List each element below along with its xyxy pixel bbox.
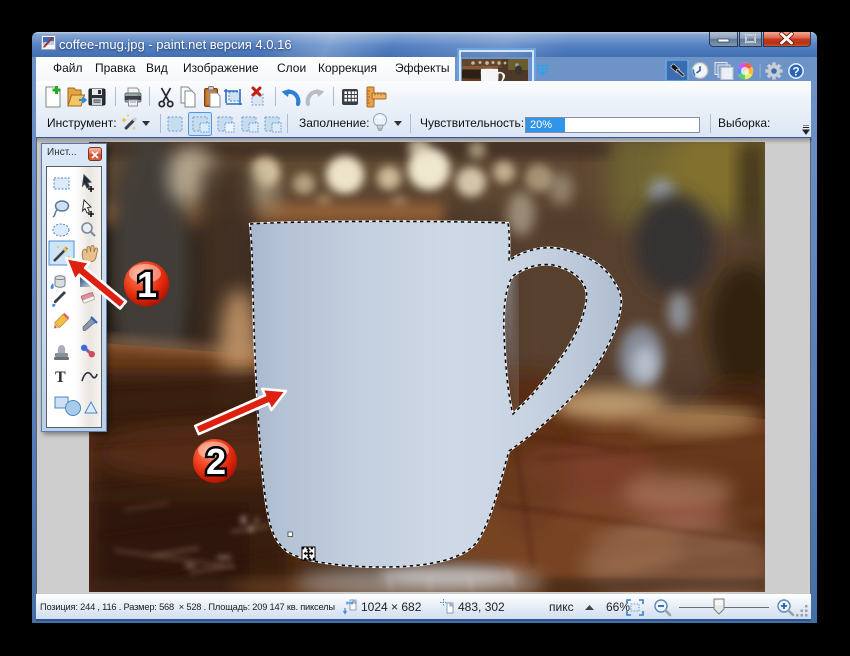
- svg-text:?: ?: [792, 65, 799, 79]
- svg-text:T: T: [55, 369, 66, 386]
